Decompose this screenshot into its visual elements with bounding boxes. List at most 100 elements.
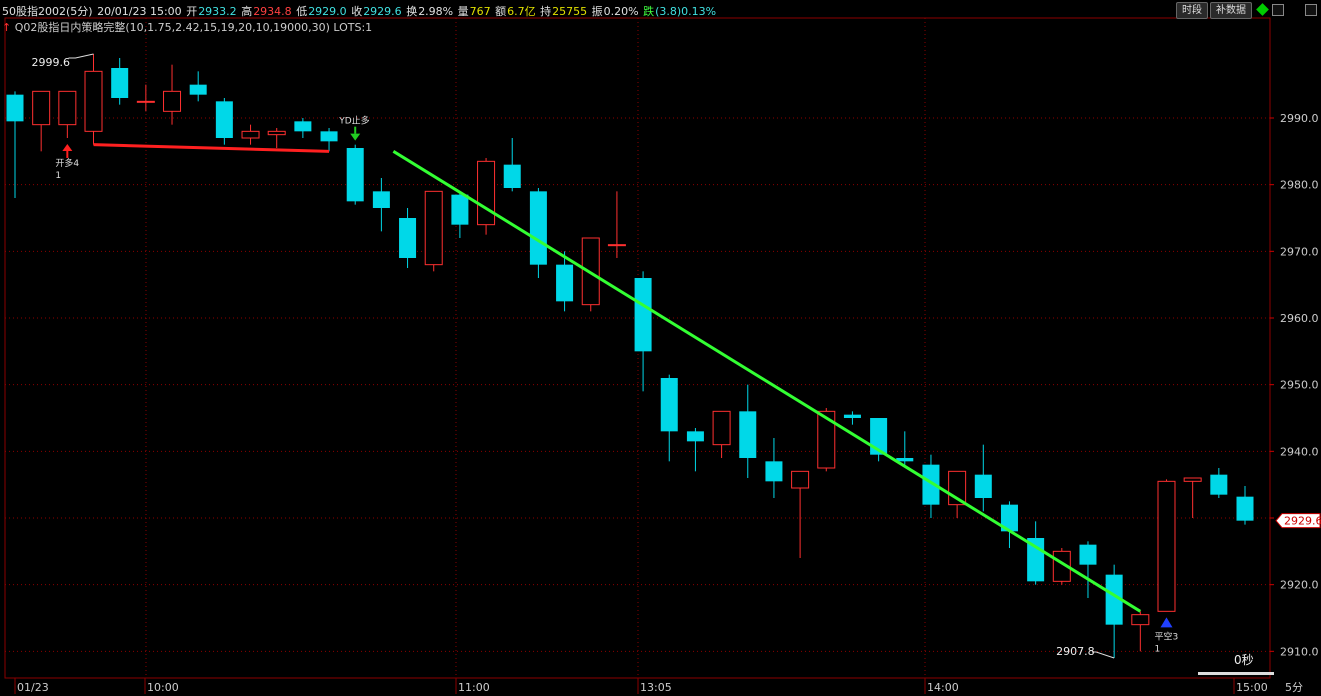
candle [712, 410, 731, 458]
overlay-lines: 2999.6 2907.8 [32, 53, 1142, 659]
y-tick-label: 2910.0 [1280, 645, 1319, 658]
candle-body [241, 130, 260, 139]
candle [634, 271, 652, 392]
candle-body [163, 90, 182, 112]
candle-body [84, 70, 103, 132]
candle [765, 438, 783, 498]
turnover-label: 换 [406, 5, 418, 18]
candle-body [1131, 614, 1150, 626]
candle [1183, 477, 1202, 518]
strategy-arrow-icon: ↑ [2, 21, 12, 34]
signal-label: YD止多 [338, 115, 369, 127]
settings-square-icon[interactable] [1272, 4, 1284, 16]
candle-body [189, 84, 207, 95]
last-price-label: 2929.6 [1284, 515, 1321, 528]
candle-body [765, 461, 783, 482]
candle-body [6, 94, 24, 122]
signal-arrow-icon [350, 133, 361, 141]
candle [660, 374, 678, 462]
candle-body [32, 90, 51, 126]
oi-value: 25755 [552, 5, 588, 18]
candle [1000, 501, 1018, 548]
signal-lots: 1 [55, 171, 61, 181]
candle [477, 158, 496, 235]
open-value: 2933.2 [198, 5, 237, 18]
candle-body [739, 411, 757, 458]
signal-arrow-icon [62, 144, 73, 151]
candle-body [136, 100, 155, 103]
amp-value: 0.20% [603, 5, 639, 18]
candle [529, 188, 547, 278]
candle [267, 128, 286, 148]
change-value: (3.8)0.13% [655, 5, 717, 18]
max-callout-line [68, 53, 94, 59]
high-label: 高 [241, 5, 253, 18]
candle-body [712, 410, 731, 446]
candle-body [1079, 544, 1097, 565]
candle-body [58, 90, 77, 126]
candle [1079, 541, 1097, 598]
candle-body [556, 264, 574, 302]
candle-body [1157, 480, 1176, 612]
bar-datetime: 20/01/23 15:00 [97, 5, 182, 18]
strategy-line: ↑ Q02股指日内策略完整(10,1.75,2.42,15,19,20,10,1… [2, 19, 372, 35]
x-tick-label: 14:00 [927, 681, 959, 694]
candle [215, 98, 233, 145]
strategy-params: Q02股指日内策略完整(10,1.75,2.42,15,19,20,10,190… [14, 21, 373, 34]
signal-label: 开多4 [55, 157, 79, 169]
candle [1236, 486, 1254, 525]
turnover-value: 2.98% [418, 5, 454, 18]
candle [607, 191, 626, 258]
support-line [93, 143, 330, 153]
candle [294, 118, 312, 138]
y-tick-label: 2990.0 [1280, 112, 1319, 125]
signal-marker: YD止多 [338, 115, 370, 141]
candle-body [1183, 477, 1202, 482]
close-value: 2929.6 [363, 5, 402, 18]
candle-body [267, 130, 286, 136]
candle [399, 208, 417, 268]
candle-body [111, 68, 129, 98]
candle [974, 444, 992, 512]
candle-body [477, 160, 496, 226]
amp-label: 振 [591, 5, 603, 18]
fill-data-button[interactable]: 补数据 [1210, 2, 1252, 19]
y-tick-label: 2980.0 [1280, 179, 1319, 192]
candle [84, 54, 103, 145]
candle [581, 237, 600, 312]
close-square-icon[interactable] [1305, 4, 1317, 16]
x-tick-label: 10:00 [147, 681, 179, 694]
y-tick-label: 2940.0 [1280, 445, 1319, 458]
x-tick-label: 01/23 [17, 681, 49, 694]
candle-body [1236, 496, 1254, 521]
x-tick-label: 11:00 [458, 681, 490, 694]
signal-marker: 平空31 [1154, 617, 1178, 654]
candlestick-chart[interactable]: 2999.62907.8 开多41YD止多平空31 2910.02920.029… [0, 0, 1321, 696]
y-tick-label: 2960.0 [1280, 312, 1319, 325]
candle [346, 144, 364, 205]
timeshare-button[interactable]: 时段 [1176, 2, 1208, 19]
countdown-bar [1198, 672, 1274, 675]
time-axis: 01/23 10:00 11:00 13:05 14:00 15:00 5分 [14, 678, 1303, 694]
candle [189, 71, 207, 102]
candle [320, 128, 338, 152]
candle-body [215, 101, 233, 138]
candle-body [1210, 474, 1228, 495]
candle [451, 191, 469, 238]
open-label: 开 [186, 5, 198, 18]
candle [1131, 611, 1150, 652]
signal-label: 平空3 [1154, 630, 1178, 642]
amount-label: 额 [495, 5, 507, 18]
candle-body [974, 474, 992, 498]
candle [896, 431, 914, 465]
candle-body [451, 194, 469, 225]
y-tick-label: 2950.0 [1280, 379, 1319, 392]
candle-body [607, 244, 626, 247]
candle [739, 384, 757, 478]
y-tick-label: 2970.0 [1280, 245, 1319, 258]
candle [503, 138, 521, 192]
candle-body [320, 131, 338, 142]
amount-value: 6.7亿 [507, 5, 536, 18]
candle-body [294, 121, 312, 132]
symbol-name: 50股指2002(5分) [2, 5, 93, 18]
